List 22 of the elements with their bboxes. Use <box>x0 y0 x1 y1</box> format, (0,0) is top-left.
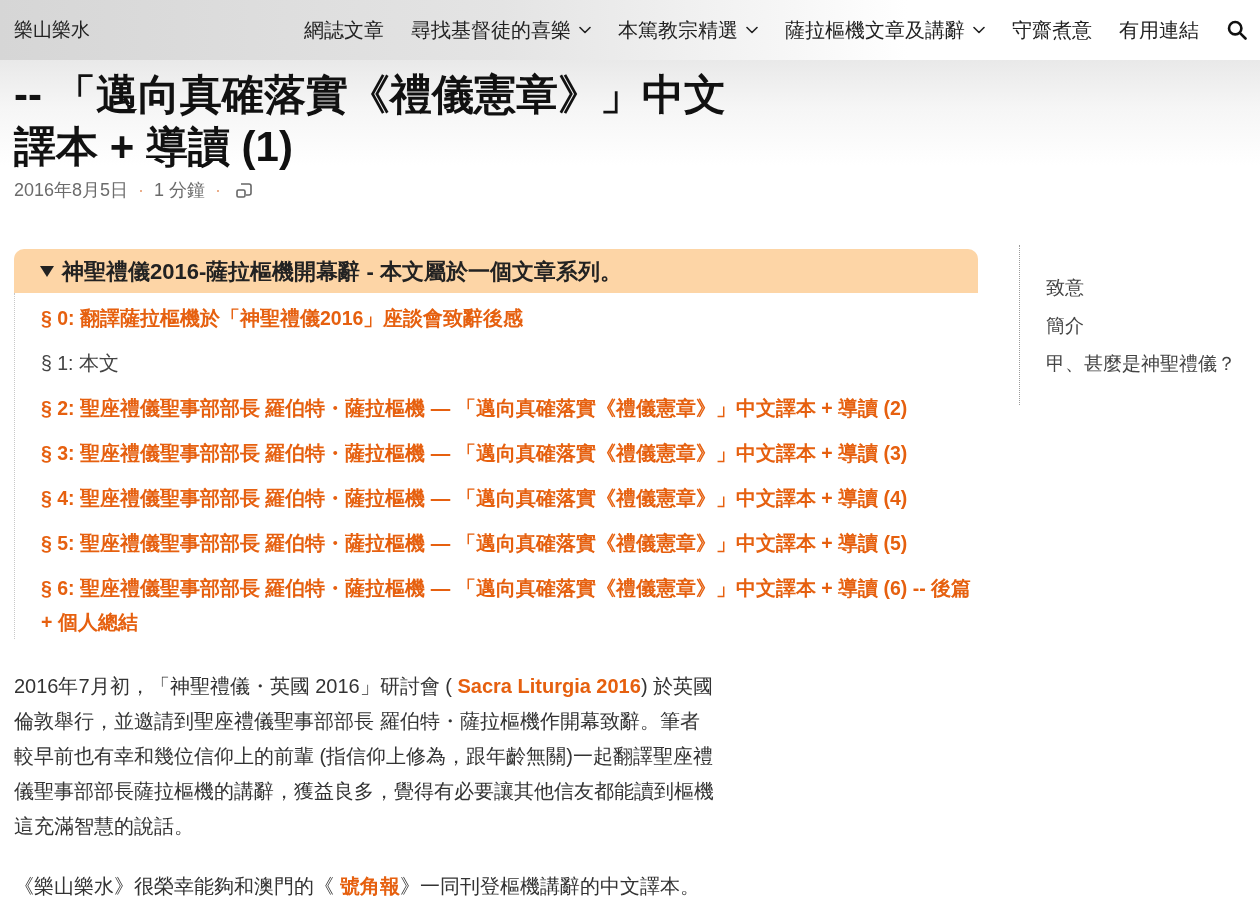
series-summary[interactable]: 神聖禮儀2016-薩拉樞機開幕辭 - 本文屬於一個文章系列。 <box>14 249 978 293</box>
nav-link[interactable]: 守齋煮意 <box>1012 15 1092 45</box>
meta-separator: · <box>138 178 145 202</box>
reading-time: 1 分鐘 <box>154 178 206 202</box>
meta-separator: · <box>215 178 222 202</box>
toc-link[interactable]: 簡介 <box>1046 307 1236 345</box>
search-icon <box>1227 20 1247 40</box>
toc-link[interactable]: 甲、甚麼是神聖禮儀？ <box>1046 345 1236 383</box>
nav-link[interactable]: 網誌文章 <box>304 15 384 45</box>
nav-link[interactable]: 本篤教宗精選 <box>618 15 758 45</box>
body-paragraph: 《樂山樂水》很榮幸能夠和澳門的《 號角報》一同刊登樞機講辭的中文譯本。 <box>14 874 701 899</box>
toc-link[interactable]: 致意 <box>1046 269 1236 307</box>
nav-link[interactable]: 有用連結 <box>1119 15 1199 45</box>
overlapping-squares-icon[interactable] <box>235 181 254 199</box>
site-logo[interactable]: 樂山樂水 <box>14 15 90 45</box>
body-paragraph: 2016年7月初，「神聖禮儀・英國 2016」研討會 ( Sacra Liturgia 2016) 於英國倫敦舉行，並邀請到聖座禮儀聖事部部長 羅伯特・薩拉樞機作開幕致辭。筆者較早前也有幸和幾位信仰上的前輩 (指信仰上修為，跟年齡無關)一起翻譯聖座禮儀聖事部部長薩拉樞機的講辭，獲益良多，覺得有必要讓其他信友都能讀到樞機這充滿智慧的說話。 <box>14 674 715 839</box>
nav-link[interactable]: 薩拉樞機文章及講辭 <box>785 15 985 45</box>
post-title: -- 「邁向真確落實《禮儀憲章》」中文譯本 + 導讀 (1) <box>14 70 727 172</box>
series-current-item: § 1: 本文 <box>41 351 120 376</box>
nav-link[interactable]: 尋找基督徒的喜樂 <box>411 15 591 45</box>
post-date: 2016年8月5日 <box>14 178 129 202</box>
search-button[interactable] <box>1226 19 1248 41</box>
